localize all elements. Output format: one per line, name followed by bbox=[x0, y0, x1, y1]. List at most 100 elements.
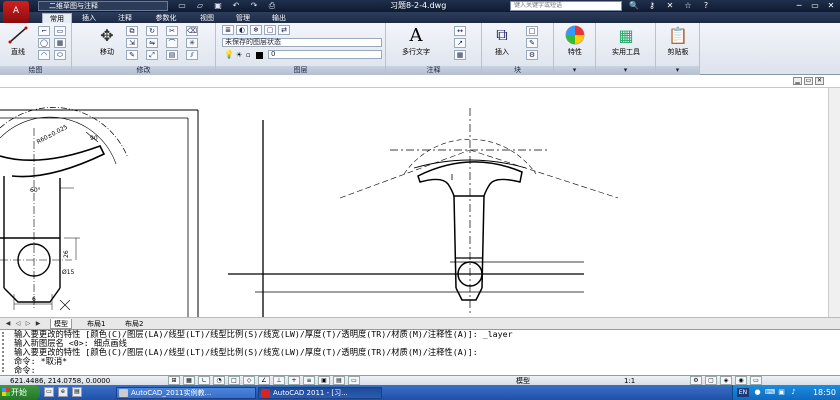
lineweight-toggle[interactable]: ≡ bbox=[303, 376, 315, 385]
circle-icon[interactable]: ◯ bbox=[38, 38, 50, 48]
tab-home[interactable]: 常用 bbox=[42, 13, 72, 23]
osnap-toggle[interactable]: □ bbox=[228, 376, 240, 385]
ortho-toggle[interactable]: ∟ bbox=[198, 376, 210, 385]
favorites-icon[interactable]: ☆ bbox=[682, 0, 694, 12]
stretch-icon[interactable]: ⇲ bbox=[126, 38, 138, 48]
last-tab-icon[interactable]: ▶ bbox=[34, 319, 42, 328]
sc-toggle[interactable]: ▭ bbox=[348, 376, 360, 385]
hatch-icon[interactable]: ▦ bbox=[54, 38, 66, 48]
prev-tab-icon[interactable]: ◁ bbox=[14, 319, 22, 328]
layer-match-icon[interactable]: ⇄ bbox=[278, 25, 290, 35]
mtext-button[interactable]: A 多行文字 bbox=[394, 25, 438, 57]
layer-properties-icon[interactable]: ≣ bbox=[222, 25, 234, 35]
workspace-switcher[interactable]: 二维草图与注释 bbox=[38, 1, 168, 11]
explode-icon[interactable]: ✳ bbox=[186, 38, 198, 48]
close-icon[interactable]: ✕ bbox=[824, 0, 838, 11]
network-icon[interactable]: ▣ bbox=[777, 388, 786, 397]
print-icon[interactable]: ⎙ bbox=[265, 1, 279, 11]
offset-icon[interactable]: ⫽ bbox=[186, 50, 198, 60]
help-search-input[interactable]: 键入关键字或短语 bbox=[510, 1, 622, 11]
isolate-icon[interactable]: ◉ bbox=[735, 376, 747, 385]
polyline-icon[interactable]: ⌐ bbox=[38, 26, 50, 36]
command-prompt-input[interactable]: 命令: bbox=[14, 366, 36, 375]
rotate-icon[interactable]: ↻ bbox=[146, 26, 158, 36]
arc-icon[interactable]: ◠ bbox=[38, 50, 50, 60]
tab-parametric[interactable]: 参数化 bbox=[148, 13, 184, 23]
clean-screen-icon[interactable]: ▭ bbox=[750, 376, 762, 385]
current-layer-dropdown[interactable]: 0 bbox=[268, 50, 382, 59]
qp-toggle[interactable]: ▤ bbox=[333, 376, 345, 385]
rectangle-icon[interactable]: ▭ bbox=[54, 26, 66, 36]
polar-toggle[interactable]: ◔ bbox=[213, 376, 225, 385]
layers-panel-title[interactable]: 图层 bbox=[216, 66, 385, 75]
workspace-icon[interactable]: ⚙ bbox=[690, 376, 702, 385]
drawing-minimize-icon[interactable]: ▁ bbox=[793, 77, 802, 85]
open-icon[interactable]: ▱ bbox=[193, 1, 207, 11]
drawing-canvas[interactable]: R60±0.025 60° 26 Ø15 6 90 bbox=[0, 88, 840, 317]
edit-block-icon[interactable]: ✎ bbox=[526, 38, 538, 48]
taskbar-item-autocad[interactable]: AutoCAD 2011 - [习... bbox=[258, 387, 382, 399]
explorer-icon[interactable]: ▤ bbox=[72, 387, 82, 397]
tab-layout2[interactable]: 布局2 bbox=[122, 319, 146, 329]
mirror-icon[interactable]: ⇋ bbox=[146, 38, 158, 48]
insert-button[interactable]: ⧉ 插入 bbox=[486, 25, 518, 57]
clipboard-panel-title[interactable]: ▾ bbox=[656, 66, 699, 75]
keyboard-icon[interactable]: ⌨ bbox=[765, 388, 775, 397]
grid-toggle[interactable]: ▦ bbox=[183, 376, 195, 385]
attribute-icon[interactable]: ⚙ bbox=[526, 50, 538, 60]
x-icon[interactable]: ✕ bbox=[664, 0, 676, 12]
block-panel-title[interactable]: 块 bbox=[482, 66, 553, 75]
utilities-panel-title[interactable]: ▾ bbox=[596, 66, 655, 75]
snap-toggle[interactable]: ⊞ bbox=[168, 376, 180, 385]
table-icon[interactable]: ▦ bbox=[454, 50, 466, 60]
command-window-grip[interactable] bbox=[2, 332, 8, 372]
ducs-toggle[interactable]: ⊥ bbox=[273, 376, 285, 385]
drawing-restore-icon[interactable]: ▭ bbox=[804, 77, 813, 85]
erase-icon[interactable]: ⌫ bbox=[186, 26, 198, 36]
layer-lock-icon[interactable]: ▢ bbox=[264, 25, 276, 35]
vertical-scrollbar[interactable] bbox=[828, 88, 840, 317]
help-icon[interactable]: ? bbox=[700, 0, 712, 12]
create-block-icon[interactable]: □ bbox=[526, 26, 538, 36]
drawing-close-icon[interactable]: ✕ bbox=[815, 77, 824, 85]
properties-button[interactable]: 特性 bbox=[556, 25, 594, 57]
hardware-accel-icon[interactable]: ◈ bbox=[720, 376, 732, 385]
lock-icon[interactable]: ▢ bbox=[705, 376, 717, 385]
redo-icon[interactable]: ↷ bbox=[247, 1, 261, 11]
leader-icon[interactable]: ↗ bbox=[454, 38, 466, 48]
application-menu-button[interactable]: A bbox=[3, 1, 29, 23]
move-button[interactable]: ✥ 移动 bbox=[92, 25, 122, 57]
clock[interactable]: 18:50 bbox=[813, 385, 836, 400]
tab-output[interactable]: 输出 bbox=[266, 13, 292, 23]
minimize-icon[interactable]: ─ bbox=[792, 0, 806, 11]
start-button[interactable]: 开始 bbox=[0, 385, 40, 400]
tab-layout1[interactable]: 布局1 bbox=[84, 319, 108, 329]
undo-icon[interactable]: ↶ bbox=[229, 1, 243, 11]
language-indicator[interactable]: EN bbox=[737, 388, 749, 397]
clipboard-button[interactable]: 📋 剪贴板 bbox=[658, 25, 698, 57]
scale-icon[interactable]: ⤢ bbox=[146, 50, 158, 60]
properties-panel-title[interactable]: ▾ bbox=[554, 66, 595, 75]
tab-annotate[interactable]: 注释 bbox=[112, 13, 138, 23]
restore-icon[interactable]: ▭ bbox=[808, 0, 822, 11]
annotation-panel-title[interactable]: 注释 bbox=[386, 66, 481, 75]
new-icon[interactable]: ▭ bbox=[175, 1, 189, 11]
modify-panel-title[interactable]: 修改 bbox=[72, 66, 215, 75]
browser-icon[interactable]: e bbox=[58, 387, 68, 397]
layer-on-icon[interactable]: ◐ bbox=[236, 25, 248, 35]
key-icon[interactable]: ⚷ bbox=[646, 0, 658, 12]
utilities-button[interactable]: ▦ 实用工具 bbox=[600, 25, 652, 57]
ellipse-icon[interactable]: ⬭ bbox=[54, 50, 66, 60]
layer-freeze-icon[interactable]: ❄ bbox=[250, 25, 262, 35]
3dosnap-toggle[interactable]: ◇ bbox=[243, 376, 255, 385]
array-icon[interactable]: ▤ bbox=[166, 50, 178, 60]
otrack-toggle[interactable]: ∠ bbox=[258, 376, 270, 385]
fillet-icon[interactable]: ⌒ bbox=[166, 38, 178, 48]
tab-model[interactable]: 模型 bbox=[50, 319, 72, 329]
dyn-toggle[interactable]: + bbox=[288, 376, 300, 385]
match-properties-icon[interactable]: ✎ bbox=[126, 50, 138, 60]
next-tab-icon[interactable]: ▷ bbox=[24, 319, 32, 328]
tab-insert[interactable]: 插入 bbox=[76, 13, 102, 23]
taskbar-item-tutorial[interactable]: AutoCAD_2011实例教... bbox=[116, 387, 256, 399]
trim-icon[interactable]: ✂ bbox=[166, 26, 178, 36]
